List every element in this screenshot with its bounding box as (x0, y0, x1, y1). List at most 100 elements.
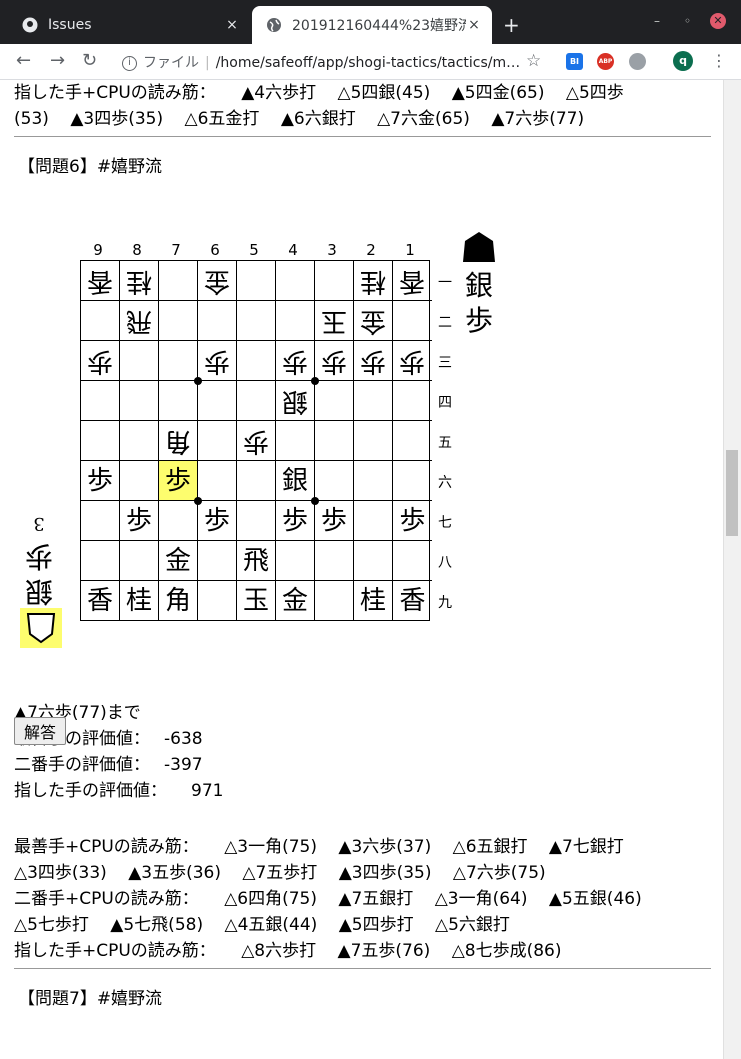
board-square[interactable]: 歩 (198, 341, 237, 381)
scrollbar[interactable] (723, 80, 741, 1059)
board-square[interactable]: 歩 (198, 501, 237, 541)
board-square[interactable]: 香 (81, 261, 120, 301)
board-square[interactable]: 玉 (237, 581, 276, 621)
board-square[interactable] (393, 461, 432, 501)
extension-bi-icon[interactable]: BI (566, 53, 583, 70)
board-square[interactable] (315, 461, 354, 501)
board-square[interactable] (237, 501, 276, 541)
board-square[interactable]: 桂 (354, 581, 393, 621)
board-square[interactable]: 歩 (315, 501, 354, 541)
board-square[interactable] (120, 421, 159, 461)
board-square[interactable] (237, 381, 276, 421)
minimize-icon[interactable]: – (654, 14, 660, 28)
bookmark-star-icon[interactable]: ☆ (526, 52, 541, 70)
board-square[interactable]: 飛 (120, 301, 159, 341)
new-tab-button[interactable]: + (503, 13, 520, 37)
board-square[interactable] (120, 541, 159, 581)
board-square[interactable]: 金 (276, 581, 315, 621)
board-square[interactable]: 歩 (237, 421, 276, 461)
board-square[interactable]: 歩 (81, 461, 120, 501)
board-square[interactable] (393, 421, 432, 461)
forward-icon[interactable]: → (50, 52, 65, 70)
board-square[interactable]: 歩 (393, 501, 432, 541)
board-square[interactable] (276, 261, 315, 301)
board-square[interactable] (354, 421, 393, 461)
board-square[interactable]: 玉 (315, 301, 354, 341)
board-square[interactable] (81, 381, 120, 421)
board-square[interactable] (354, 381, 393, 421)
board-square[interactable] (237, 341, 276, 381)
board-square[interactable] (393, 301, 432, 341)
board-square[interactable] (198, 541, 237, 581)
board-square[interactable] (276, 421, 315, 461)
board-square[interactable] (354, 541, 393, 581)
board-square[interactable] (315, 261, 354, 301)
board-square[interactable] (81, 541, 120, 581)
profile-avatar[interactable]: q (673, 51, 693, 71)
board-square[interactable] (159, 261, 198, 301)
board-square[interactable] (393, 541, 432, 581)
board-square[interactable] (315, 421, 354, 461)
board-square[interactable] (198, 581, 237, 621)
board-square[interactable]: 歩 (276, 341, 315, 381)
answer-button[interactable]: 解答 (14, 717, 66, 745)
board-square[interactable]: 銀 (276, 381, 315, 421)
tab-close-icon[interactable]: × (466, 17, 482, 33)
board-square[interactable] (393, 381, 432, 421)
board-square[interactable]: 金 (159, 541, 198, 581)
board-square[interactable] (276, 541, 315, 581)
board-square[interactable]: 飛 (237, 541, 276, 581)
shogi-board[interactable]: 香桂金桂香飛玉金歩歩歩歩歩歩銀角歩歩歩銀歩歩歩歩歩金飛香桂角玉金桂香 (80, 260, 432, 621)
board-square[interactable] (198, 461, 237, 501)
board-square[interactable] (120, 341, 159, 381)
board-square[interactable] (315, 541, 354, 581)
board-square[interactable]: 歩 (159, 461, 198, 501)
board-square[interactable] (315, 581, 354, 621)
board-square[interactable] (315, 381, 354, 421)
board-square[interactable]: 香 (81, 581, 120, 621)
window-close-icon[interactable]: ✕ (710, 13, 726, 29)
board-square[interactable]: 桂 (120, 581, 159, 621)
board-square[interactable] (198, 301, 237, 341)
board-square[interactable] (120, 381, 159, 421)
tab-close-icon[interactable]: × (224, 17, 240, 33)
tab-active[interactable]: 201912160444%23嬉野流 × (252, 6, 492, 44)
board-square[interactable] (237, 461, 276, 501)
board-square[interactable]: 金 (198, 261, 237, 301)
tab-issues[interactable]: Issues × (8, 6, 250, 44)
address-bar[interactable]: i ファイル |/home/safeoff/app/shogi-tactics/ta… (110, 50, 556, 76)
board-square[interactable] (159, 301, 198, 341)
board-square[interactable]: 歩 (120, 501, 159, 541)
board-square[interactable] (354, 501, 393, 541)
board-square[interactable] (159, 381, 198, 421)
board-square[interactable]: 歩 (276, 501, 315, 541)
scrollbar-thumb[interactable] (726, 450, 738, 536)
board-square[interactable]: 金 (354, 301, 393, 341)
maximize-icon[interactable]: ◦ (684, 14, 691, 28)
board-square[interactable] (120, 461, 159, 501)
board-square[interactable] (159, 501, 198, 541)
board-square[interactable]: 桂 (120, 261, 159, 301)
adblock-icon[interactable]: ABP (597, 53, 614, 70)
board-square[interactable]: 歩 (393, 341, 432, 381)
board-square[interactable] (354, 461, 393, 501)
board-square[interactable] (237, 301, 276, 341)
board-square[interactable] (81, 301, 120, 341)
board-square[interactable]: 角 (159, 421, 198, 461)
board-square[interactable]: 香 (393, 261, 432, 301)
board-square[interactable] (198, 381, 237, 421)
board-square[interactable]: 歩 (315, 341, 354, 381)
board-square[interactable]: 歩 (81, 341, 120, 381)
board-square[interactable] (237, 261, 276, 301)
extension-gray-icon[interactable] (629, 53, 646, 70)
back-icon[interactable]: ← (16, 52, 31, 70)
board-square[interactable] (81, 501, 120, 541)
board-square[interactable] (159, 341, 198, 381)
board-square[interactable] (276, 301, 315, 341)
board-square[interactable]: 桂 (354, 261, 393, 301)
board-square[interactable]: 角 (159, 581, 198, 621)
menu-icon[interactable]: ⋮ (711, 52, 727, 70)
board-square[interactable]: 歩 (354, 341, 393, 381)
board-square[interactable] (81, 421, 120, 461)
reload-icon[interactable]: ↻ (82, 52, 97, 70)
